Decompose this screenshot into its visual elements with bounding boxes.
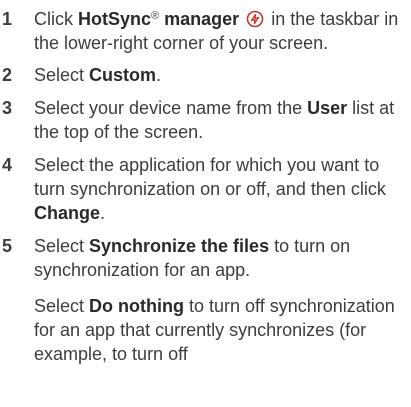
step-text-pre: Select	[34, 65, 90, 85]
custom-label: Custom	[89, 65, 157, 85]
do-nothing-label: Do nothing	[89, 296, 184, 316]
step-text: Select Synchronize the files to turn on …	[34, 234, 411, 282]
step-number: 2	[2, 65, 13, 85]
step-4: 4 Select the application for which you w…	[0, 153, 411, 225]
step-text: Select Custom.	[34, 63, 411, 87]
step-2: 2 Select Custom.	[0, 63, 411, 87]
step-5: 5 Select Synchronize the files to turn o…	[0, 234, 411, 282]
hotsync-label: HotSync	[78, 9, 152, 29]
step-text-post: .	[156, 65, 162, 85]
step-3: 3 Select your device name from the User …	[0, 96, 411, 144]
step-5-substep: Select Do nothing to turn off synchroniz…	[0, 294, 411, 366]
step-text-pre: Click	[34, 9, 78, 29]
step-text-pre: Select	[34, 236, 90, 256]
substep-text: Select Do nothing to turn off synchroniz…	[34, 294, 411, 366]
step-text-pre: Select your device name from the	[34, 98, 308, 118]
user-label: User	[307, 98, 348, 118]
document-page: 1 Click HotSync® manager in the taskbar …	[0, 0, 411, 407]
step-number: 3	[2, 98, 13, 118]
change-label: Change	[34, 203, 101, 223]
step-text-pre: Select the application for which you wan…	[34, 155, 386, 199]
step-text: Select your device name from the User li…	[34, 96, 411, 144]
manager-label: manager	[159, 9, 240, 29]
registered-mark: ®	[151, 10, 160, 22]
step-text: Select the application for which you wan…	[34, 153, 411, 225]
step-text: Click HotSync® manager in the taskbar in…	[34, 7, 411, 55]
step-text-post: .	[100, 203, 106, 223]
step-1: 1 Click HotSync® manager in the taskbar …	[0, 7, 411, 55]
synchronize-files-label: Synchronize the files	[89, 236, 270, 256]
step-number: 5	[2, 236, 13, 256]
substep-text-pre: Select	[34, 296, 90, 316]
hotsync-icon	[246, 10, 264, 28]
step-number: 1	[2, 9, 13, 29]
step-number: 4	[2, 155, 13, 175]
